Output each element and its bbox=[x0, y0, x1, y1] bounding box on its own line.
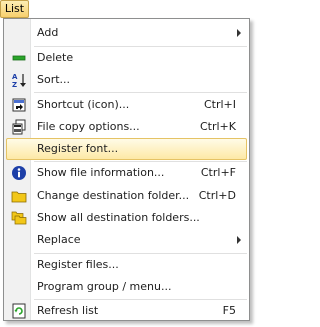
folder-icon bbox=[11, 188, 27, 204]
menu-item-shortcut: Ctrl+I bbox=[203, 98, 236, 111]
svg-text:Z: Z bbox=[12, 81, 17, 88]
menu-item-sort[interactable]: A Z Sort... bbox=[6, 69, 247, 91]
menu-item-label: Shortcut (icon)... bbox=[37, 98, 130, 111]
shortcut-icon bbox=[11, 97, 27, 113]
menu-item-show-all-destination-folders[interactable]: Show all destination folders... bbox=[6, 207, 247, 229]
svg-text:A: A bbox=[12, 73, 18, 81]
menu-item-replace[interactable]: Replace bbox=[6, 229, 247, 251]
menu-item-label: Delete bbox=[37, 51, 74, 64]
menu-item-label: Sort... bbox=[37, 73, 71, 86]
menu-item-file-copy-options[interactable]: File copy options... Ctrl+K bbox=[6, 116, 247, 138]
menu-item-label: Register files... bbox=[37, 258, 119, 271]
menu-item-label: Change destination folder... bbox=[37, 189, 190, 202]
folders-icon bbox=[11, 210, 27, 226]
menu-item-register-files[interactable]: Register files... bbox=[6, 254, 247, 276]
submenu-arrow-icon bbox=[237, 236, 241, 244]
menu-item-label: Program group / menu... bbox=[37, 280, 172, 293]
menu-item-program-group-menu[interactable]: Program group / menu... bbox=[6, 276, 247, 298]
menu-item-shortcut-icon[interactable]: Shortcut (icon)... Ctrl+I bbox=[6, 94, 247, 116]
file-copy-icon bbox=[11, 119, 27, 135]
menu-item-label: Refresh list bbox=[37, 304, 99, 317]
minus-icon bbox=[11, 50, 27, 66]
submenu-arrow-icon bbox=[237, 29, 241, 37]
menu-item-refresh-list[interactable]: Refresh list F5 bbox=[6, 300, 247, 322]
list-dropdown-menu: Add Delete A Z Sort... Shortcut (icon)..… bbox=[3, 18, 250, 321]
refresh-icon bbox=[11, 303, 27, 319]
menu-item-add[interactable]: Add bbox=[6, 22, 247, 44]
list-menu-button[interactable]: List bbox=[0, 0, 29, 18]
menu-item-register-font[interactable]: Register font... bbox=[6, 138, 247, 160]
menu-item-change-destination-folder[interactable]: Change destination folder... Ctrl+D bbox=[6, 185, 247, 207]
menu-item-delete[interactable]: Delete bbox=[6, 47, 247, 69]
menu-item-shortcut: Ctrl+D bbox=[198, 189, 236, 202]
menu-item-label: Register font... bbox=[37, 142, 119, 155]
menu-item-label: Show file information... bbox=[37, 166, 165, 179]
menu-separator bbox=[34, 92, 247, 93]
menu-item-label: File copy options... bbox=[37, 120, 140, 133]
info-icon bbox=[11, 165, 27, 181]
menu-item-label: Replace bbox=[37, 233, 81, 246]
menu-item-label: Show all destination folders... bbox=[37, 211, 200, 224]
menu-item-label: Add bbox=[37, 26, 59, 39]
menu-item-shortcut: F5 bbox=[222, 304, 236, 317]
sort-az-icon: A Z bbox=[11, 72, 27, 89]
menu-item-shortcut: Ctrl+K bbox=[199, 120, 236, 133]
menu-item-shortcut: Ctrl+F bbox=[200, 166, 236, 179]
menu-item-show-file-information[interactable]: Show file information... Ctrl+F bbox=[6, 162, 247, 184]
